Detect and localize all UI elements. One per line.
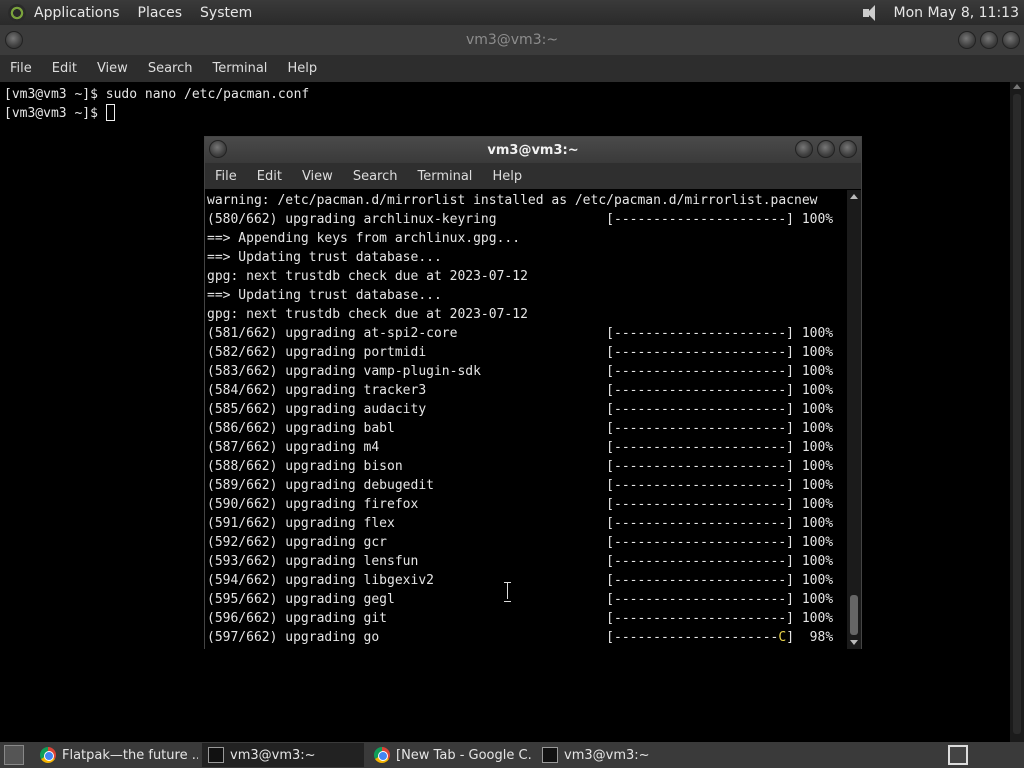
maximize-button[interactable] bbox=[817, 140, 835, 158]
text-cursor bbox=[105, 104, 115, 121]
terminal-line: gpg: next trustdb check due at 2023-07-1… bbox=[207, 269, 528, 284]
minimize-button[interactable] bbox=[795, 140, 813, 158]
clock[interactable]: Mon May 8, 11:13 bbox=[893, 5, 1019, 21]
menu-terminal[interactable]: Terminal bbox=[407, 169, 482, 184]
menu-view[interactable]: View bbox=[292, 169, 343, 184]
front-window-title: vm3@vm3:~ bbox=[487, 142, 579, 158]
progress-line-text: (597/662) upgrading go [----------------… bbox=[207, 630, 779, 645]
taskbar-item-terminal-2[interactable]: vm3@vm3:~ bbox=[536, 743, 700, 767]
progress-percent: ] 98% bbox=[786, 630, 834, 645]
front-scrollbar[interactable] bbox=[847, 190, 861, 649]
taskbar-item-flatpak[interactable]: Flatpak—the future ... bbox=[34, 743, 198, 767]
volume-icon[interactable] bbox=[861, 4, 881, 22]
terminal-line: (594/662) upgrading libgexiv2 [---------… bbox=[207, 573, 834, 588]
chrome-icon bbox=[374, 747, 390, 763]
task-label: Flatpak—the future ... bbox=[62, 747, 198, 763]
terminal-line: (589/662) upgrading debugedit [---------… bbox=[207, 478, 834, 493]
menu-help[interactable]: Help bbox=[482, 169, 532, 184]
applications-menu[interactable]: Applications bbox=[34, 5, 120, 21]
terminal-line: (591/662) upgrading flex [--------------… bbox=[207, 516, 834, 531]
scroll-up-arrow-icon[interactable] bbox=[850, 194, 858, 199]
front-window-titlebar[interactable]: vm3@vm3:~ bbox=[205, 137, 861, 163]
menu-terminal[interactable]: Terminal bbox=[202, 61, 277, 76]
terminal-line: (587/662) upgrading m4 [----------------… bbox=[207, 440, 834, 455]
scroll-up-arrow-icon[interactable] bbox=[1013, 84, 1021, 89]
terminal-line: (590/662) upgrading firefox [-----------… bbox=[207, 497, 834, 512]
window-menu-button[interactable] bbox=[209, 140, 227, 158]
terminal-line: (584/662) upgrading tracker3 [----------… bbox=[207, 383, 834, 398]
scroll-down-arrow-icon[interactable] bbox=[850, 640, 858, 645]
menu-edit[interactable]: Edit bbox=[42, 61, 87, 76]
back-window-menubar: File Edit View Search Terminal Help bbox=[0, 55, 1024, 82]
bottom-panel: Flatpak—the future ... vm3@vm3:~ [New Ta… bbox=[0, 742, 1024, 768]
terminal-line: (596/662) upgrading git [---------------… bbox=[207, 611, 834, 626]
terminal-line: ==> Updating trust database... bbox=[207, 288, 442, 303]
task-label: vm3@vm3:~ bbox=[564, 747, 650, 763]
task-label: vm3@vm3:~ bbox=[230, 747, 316, 763]
top-panel: Applications Places System Mon May 8, 11… bbox=[0, 0, 1024, 25]
ibeam-cursor-icon bbox=[504, 582, 511, 602]
terminal-icon bbox=[208, 747, 224, 763]
terminal-line: (586/662) upgrading babl [--------------… bbox=[207, 421, 834, 436]
close-button[interactable] bbox=[1002, 31, 1020, 49]
menu-edit[interactable]: Edit bbox=[247, 169, 292, 184]
maximize-button[interactable] bbox=[980, 31, 998, 49]
terminal-line: (592/662) upgrading gcr [---------------… bbox=[207, 535, 834, 550]
terminal-line: (588/662) upgrading bison [-------------… bbox=[207, 459, 834, 474]
terminal-line-progress: (597/662) upgrading go [----------------… bbox=[207, 628, 845, 647]
menu-help[interactable]: Help bbox=[277, 61, 327, 76]
task-label: [New Tab - Google C... bbox=[396, 747, 532, 763]
places-menu[interactable]: Places bbox=[138, 5, 183, 21]
taskbar-item-terminal-1[interactable]: vm3@vm3:~ bbox=[202, 743, 364, 767]
terminal-prompt: [vm3@vm3 ~]$ bbox=[4, 106, 106, 121]
window-menu-button[interactable] bbox=[5, 31, 23, 49]
terminal-line: (582/662) upgrading portmidi [----------… bbox=[207, 345, 834, 360]
back-scrollbar[interactable] bbox=[1010, 82, 1024, 742]
scrollbar-thumb[interactable] bbox=[1013, 94, 1021, 734]
system-menu[interactable]: System bbox=[200, 5, 252, 21]
back-window-titlebar[interactable]: vm3@vm3:~ bbox=[0, 25, 1024, 55]
minimize-button[interactable] bbox=[958, 31, 976, 49]
menu-search[interactable]: Search bbox=[138, 61, 203, 76]
taskbar-item-new-tab[interactable]: [New Tab - Google C... bbox=[368, 743, 532, 767]
menu-file[interactable]: File bbox=[205, 169, 247, 184]
show-desktop-icon[interactable] bbox=[4, 745, 24, 765]
terminal-line: (580/662) upgrading archlinux-keyring [-… bbox=[207, 212, 834, 227]
terminal-prompt-line: [vm3@vm3 ~]$ bbox=[4, 104, 1006, 123]
terminal-line: (583/662) upgrading vamp-plugin-sdk [---… bbox=[207, 364, 834, 379]
menu-view[interactable]: View bbox=[87, 61, 138, 76]
chrome-icon bbox=[40, 747, 56, 763]
terminal-icon bbox=[542, 747, 558, 763]
menu-search[interactable]: Search bbox=[343, 169, 408, 184]
terminal-line: (585/662) upgrading audacity [----------… bbox=[207, 402, 834, 417]
terminal-line: warning: /etc/pacman.d/mirrorlist instal… bbox=[207, 193, 818, 208]
terminal-line: (581/662) upgrading at-spi2-core [------… bbox=[207, 326, 834, 341]
terminal-line: (595/662) upgrading gegl [--------------… bbox=[207, 592, 834, 607]
back-window-title: vm3@vm3:~ bbox=[465, 32, 559, 48]
menu-file[interactable]: File bbox=[0, 61, 42, 76]
front-terminal-output[interactable]: warning: /etc/pacman.d/mirrorlist instal… bbox=[205, 190, 847, 649]
terminal-line: [vm3@vm3 ~]$ sudo nano /etc/pacman.conf bbox=[4, 87, 310, 102]
terminal-line: ==> Updating trust database... bbox=[207, 250, 442, 265]
front-window-menubar: File Edit View Search Terminal Help bbox=[205, 163, 861, 189]
pacman-progress-icon: C bbox=[778, 630, 787, 645]
front-terminal-window: vm3@vm3:~ File Edit View Search Terminal… bbox=[204, 136, 862, 649]
close-button[interactable] bbox=[839, 140, 857, 158]
scrollbar-thumb[interactable] bbox=[850, 595, 858, 635]
distro-logo-icon[interactable] bbox=[8, 3, 26, 22]
terminal-line: gpg: next trustdb check due at 2023-07-1… bbox=[207, 307, 528, 322]
terminal-line: (593/662) upgrading lensfun [-----------… bbox=[207, 554, 834, 569]
workspace-switcher-icon[interactable] bbox=[948, 745, 968, 765]
terminal-line: ==> Appending keys from archlinux.gpg... bbox=[207, 231, 521, 246]
